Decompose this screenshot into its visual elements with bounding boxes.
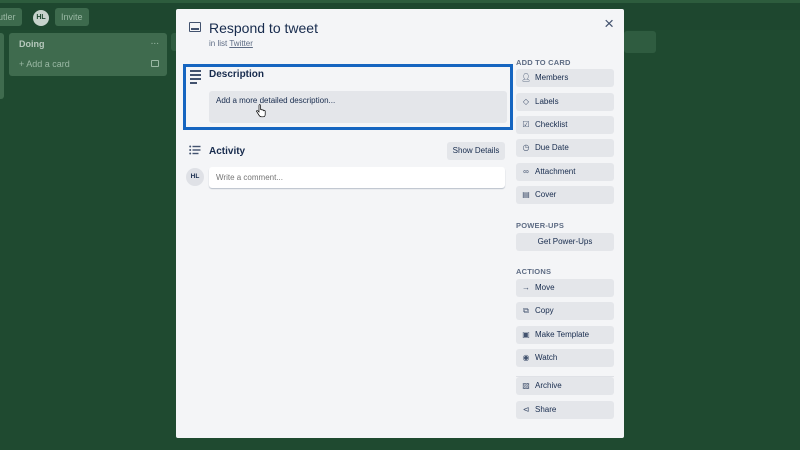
share-label: Share [535,405,557,414]
copy-icon: ⧉ [523,306,529,315]
cover-button[interactable]: ▤ Cover [516,186,614,204]
share-icon: ⊲ [522,405,530,414]
move-button[interactable]: → Move [516,279,614,297]
attachment-label: Attachment [535,167,576,176]
labels-button[interactable]: ◇ Labels [516,93,614,111]
cover-icon: ▤ [522,190,530,199]
card-icon [189,22,201,32]
arrow-right-icon: → [522,283,530,292]
eye-icon: ◉ [522,353,530,362]
description-heading: Description [209,69,265,80]
card-title[interactable]: Respond to tweet [209,20,318,36]
power-ups-heading: POWER-UPS [516,221,565,230]
cover-label: Cover [535,190,557,199]
invite-button[interactable]: Invite [55,8,89,26]
due-date-label: Due Date [535,143,569,152]
list-title: Doing [19,39,45,49]
archive-label: Archive [535,381,562,390]
add-to-card-heading: ADD TO CARD [516,58,571,67]
activity-icon [189,145,201,155]
copy-label: Copy [535,306,554,315]
move-label: Move [535,283,555,292]
board-list-partial [0,33,4,99]
add-list-button[interactable] [624,31,656,53]
labels-label: Labels [535,97,559,106]
actions-heading: ACTIONS [516,267,552,276]
card-list-info: in list Twitter [209,39,253,48]
board-list-doing: Doing ... + Add a card [9,33,167,76]
description-input[interactable]: Add a more detailed description... [209,91,507,123]
person-icon: 👤︎ [521,73,532,82]
archive-icon: ▨ [522,381,530,390]
list-menu-icon[interactable]: ... [151,36,159,47]
watch-button[interactable]: ◉ Watch [516,349,614,367]
archive-button[interactable]: ▨ Archive [516,377,614,395]
member-avatar[interactable]: HL [33,10,49,26]
description-icon [190,70,201,86]
watch-label: Watch [535,353,558,362]
board-header-line [0,0,800,3]
copy-button[interactable]: ⧉ Copy [516,302,614,320]
add-card-button[interactable]: + Add a card [19,59,70,69]
list-prefix: in list [209,39,230,48]
activity-heading: Activity [209,146,246,157]
make-template-label: Make Template [535,330,590,339]
members-button[interactable]: 👤︎ Members [516,69,614,87]
make-template-button[interactable]: ▣ Make Template [516,326,614,344]
avatar[interactable]: HL [186,168,204,186]
members-label: Members [535,73,569,82]
template-icon: ▣ [522,330,530,339]
get-power-ups-button[interactable]: Get Power-Ups [516,233,614,251]
hand-cursor-icon [256,104,266,118]
checkbox-icon: ☑ [522,120,530,129]
card-template-icon[interactable] [151,60,159,67]
show-details-button[interactable]: Show Details [447,142,505,160]
checklist-button[interactable]: ☑ Checklist [516,116,614,134]
checklist-label: Checklist [535,120,568,129]
paperclip-icon: ∞ [523,167,529,176]
card-detail-modal: × Respond to tweet in list Twitter Descr… [176,9,624,438]
comment-input[interactable] [209,167,505,188]
due-date-button[interactable]: ◷ Due Date [516,139,614,157]
close-icon[interactable]: × [604,14,614,34]
attachment-button[interactable]: ∞ Attachment [516,163,614,181]
share-button[interactable]: ⊲ Share [516,401,614,419]
tag-icon: ◇ [522,97,530,106]
get-power-ups-label: Get Power-Ups [537,237,593,246]
butler-button[interactable]: Butler [0,8,22,26]
clock-icon: ◷ [522,143,530,152]
list-link[interactable]: Twitter [229,39,253,48]
